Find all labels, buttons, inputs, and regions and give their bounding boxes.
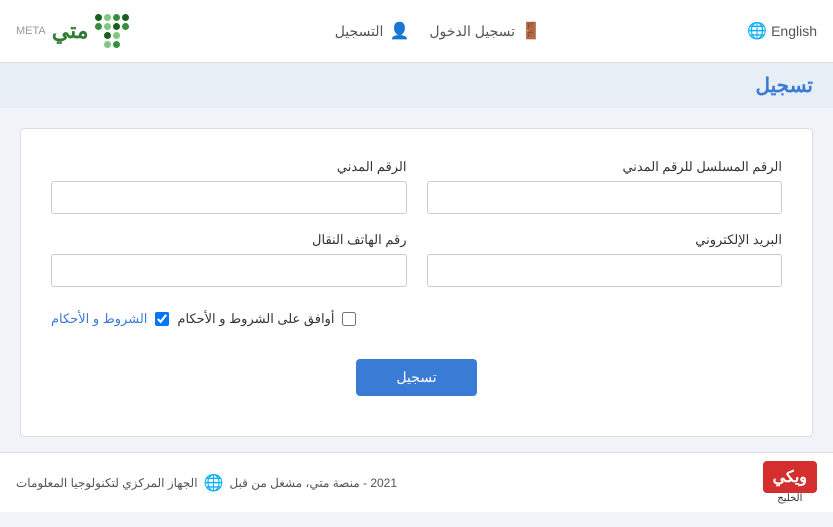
footer-powered-by: الجهاز المركزي لتكنولوجيا المعلومات <box>16 476 198 490</box>
civil-id-input[interactable] <box>51 181 407 214</box>
header: 🌐 English 🚪 تسجيل الدخول 👤 التسجيل <box>0 0 833 63</box>
footer-right: 2021 - منصة متي، مشغل من قبل 🌐 الجهاز ال… <box>16 473 397 493</box>
civil-id-group: الرقم المدني <box>51 159 407 214</box>
mobile-label: رقم الهاتف النقال <box>51 232 407 248</box>
login-link[interactable]: 🚪 تسجيل الدخول <box>429 21 541 41</box>
terms-agree-text: أوافق على الشروط و الأحكام <box>177 311 334 327</box>
serial-number-label: الرقم المسلسل للرقم المدني <box>427 159 783 175</box>
terms-checked-checkbox[interactable] <box>155 312 169 326</box>
language-label: English <box>771 23 817 39</box>
email-label: البريد الإلكتروني <box>427 232 783 248</box>
submit-button[interactable]: تسجيل <box>356 359 476 396</box>
logo-dot <box>113 41 120 48</box>
language-button[interactable]: 🌐 English <box>747 21 817 41</box>
serial-number-input[interactable] <box>427 181 783 214</box>
logo-dot <box>113 23 120 30</box>
wiki-label: ويكي <box>773 469 807 486</box>
mobile-group: رقم الهاتف النقال <box>51 232 407 287</box>
logo-dot <box>122 23 129 30</box>
logo-dot <box>122 14 129 21</box>
header-nav: 🚪 تسجيل الدخول 👤 التسجيل <box>335 21 541 41</box>
logo-dot <box>122 41 129 48</box>
mobile-input[interactable] <box>51 254 407 287</box>
logo-dot <box>95 23 102 30</box>
logo-dot <box>113 32 120 39</box>
registration-form-card: الرقم المسلسل للرقم المدني الرقم المدني … <box>20 128 813 437</box>
logo-dot <box>95 14 102 21</box>
logo-dot <box>104 14 111 21</box>
wiki-sub: الخليج <box>763 493 817 504</box>
terms-row: أوافق على الشروط و الأحكام الشروط و الأح… <box>51 305 782 333</box>
logo-dots <box>95 14 129 48</box>
footer-copyright: 2021 - منصة متي، مشغل من قبل <box>229 476 397 490</box>
email-input[interactable] <box>427 254 783 287</box>
terms-checkbox[interactable] <box>342 312 356 326</box>
logo-dot <box>95 32 102 39</box>
user-plus-icon: 👤 <box>389 21 409 41</box>
globe-icon: 🌐 <box>747 21 767 41</box>
login-icon: 🚪 <box>521 21 541 41</box>
footer-globe-icon: 🌐 <box>204 473 224 493</box>
email-group: البريد الإلكتروني <box>427 232 783 287</box>
page-title: تسجيل <box>20 73 813 98</box>
logo-dot <box>104 41 111 48</box>
logo-dot <box>113 14 120 21</box>
header-left: 🌐 English <box>747 21 817 41</box>
main-content: الرقم المسلسل للرقم المدني الرقم المدني … <box>0 108 833 457</box>
submit-row: تسجيل <box>51 349 782 416</box>
serial-number-group: الرقم المسلسل للرقم المدني <box>427 159 783 214</box>
page-title-bar: تسجيل <box>0 63 833 108</box>
wiki-logo: ويكي <box>763 461 817 493</box>
logo-dot <box>104 32 111 39</box>
logo-text: متي <box>52 18 89 44</box>
footer: ويكي الخليج 2021 - منصة متي، مشغل من قبل… <box>0 452 833 512</box>
header-logo: متي META <box>16 14 129 48</box>
logo-dot <box>104 23 111 30</box>
form-row-1: الرقم المسلسل للرقم المدني الرقم المدني <box>51 159 782 214</box>
footer-left: ويكي الخليج <box>763 461 817 504</box>
login-label: تسجيل الدخول <box>429 23 515 40</box>
logo-dot <box>122 32 129 39</box>
logo-meta: META <box>16 25 46 37</box>
register-link[interactable]: 👤 التسجيل <box>335 21 410 41</box>
register-label: التسجيل <box>335 23 384 40</box>
terms-link[interactable]: الشروط و الأحكام <box>51 311 147 327</box>
form-row-2: البريد الإلكتروني رقم الهاتف النقال <box>51 232 782 287</box>
logo-dot <box>95 41 102 48</box>
civil-id-label: الرقم المدني <box>51 159 407 175</box>
